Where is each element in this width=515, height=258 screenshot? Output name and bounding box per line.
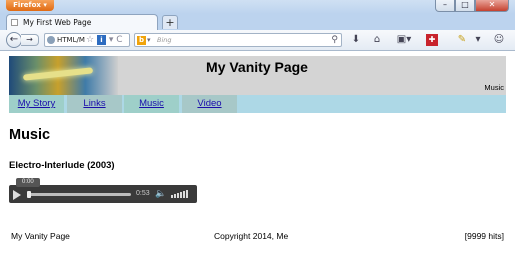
- player-position-tooltip: 0:00: [16, 178, 40, 187]
- footer-hit-counter: [9999 hits]: [464, 231, 504, 241]
- footer-copyright: Copyright 2014, Me: [214, 231, 289, 241]
- player-seek-handle[interactable]: [27, 191, 31, 198]
- back-button[interactable]: ←: [6, 32, 22, 48]
- nav-link-my-story[interactable]: My Story: [9, 95, 64, 113]
- back-forward-group: ← →: [6, 32, 42, 48]
- forward-arrow-icon: →: [26, 35, 33, 44]
- site-nav: My Story Links Music Video: [9, 95, 506, 113]
- window-titlebar: Firefox ▾ – □ ✕: [0, 0, 515, 14]
- banner-title: My Vanity Page: [206, 59, 308, 75]
- web-page: My Vanity Page Music My Story Links Musi…: [0, 51, 515, 258]
- url-bar-icons: ☆ i ▾ C: [86, 33, 123, 47]
- page-favicon-icon: [11, 19, 18, 26]
- url-text: HTML/M: [57, 36, 85, 44]
- navigation-toolbar: ← → HTML/M ☆ i ▾ C b ▾ Bing ⚲ ⬇ ⌂ ▣▾ ✚ ✎…: [0, 30, 515, 51]
- banner-image: [9, 56, 118, 95]
- minimize-button[interactable]: –: [435, 0, 455, 12]
- nav-link-links[interactable]: Links: [67, 95, 122, 113]
- firefox-menu-button[interactable]: Firefox ▾: [6, 0, 54, 11]
- player-duration: 0:53: [136, 190, 150, 197]
- firefox-menu-label: Firefox: [13, 1, 41, 9]
- play-icon[interactable]: [13, 190, 21, 200]
- addon-icon[interactable]: ✚: [426, 34, 438, 46]
- menu-dropdown-icon[interactable]: ▾: [473, 33, 483, 47]
- globe-icon: [47, 36, 55, 44]
- search-icon[interactable]: ⚲: [331, 34, 338, 46]
- footer-left: My Vanity Page: [11, 231, 70, 241]
- player-seek-bar[interactable]: [27, 193, 131, 196]
- song-title: Electro-Interlude (2003): [9, 160, 115, 171]
- back-arrow-icon: ←: [9, 34, 19, 45]
- bing-logo-icon[interactable]: b: [137, 36, 146, 45]
- search-bar[interactable]: b ▾ Bing ⚲: [134, 33, 342, 47]
- page-banner: My Vanity Page Music: [9, 56, 506, 95]
- search-placeholder: Bing: [157, 36, 172, 44]
- download-icon[interactable]: ⬇: [350, 33, 362, 47]
- browser-tab[interactable]: My First Web Page: [6, 14, 158, 30]
- search-engine-dropdown-icon[interactable]: ▾: [147, 34, 151, 46]
- home-icon[interactable]: ⌂: [371, 33, 383, 47]
- tab-title: My First Web Page: [23, 18, 92, 27]
- volume-slider[interactable]: [171, 190, 188, 198]
- url-dropdown-icon[interactable]: ▾: [109, 35, 114, 45]
- volume-icon[interactable]: 🔈: [155, 185, 166, 203]
- bookmark-star-icon[interactable]: ☆: [86, 35, 94, 45]
- tab-strip: My First Web Page +: [0, 14, 515, 43]
- new-tab-button[interactable]: +: [162, 15, 178, 29]
- forward-button[interactable]: →: [21, 34, 39, 46]
- window-controls: – □ ✕: [435, 0, 509, 12]
- bookmarks-menu-icon[interactable]: ▣▾: [393, 33, 415, 47]
- banner-subtitle: Music: [484, 83, 504, 92]
- close-button[interactable]: ✕: [475, 0, 509, 12]
- page-heading: Music: [9, 127, 51, 143]
- tools-icon[interactable]: ✎: [456, 33, 468, 47]
- reload-icon[interactable]: C: [116, 35, 122, 45]
- maximize-button[interactable]: □: [455, 0, 475, 12]
- info-icon[interactable]: i: [96, 35, 106, 45]
- nav-link-video[interactable]: Video: [182, 95, 237, 113]
- nav-link-music[interactable]: Music: [124, 95, 179, 113]
- audio-player: 0:00 0:53 🔈: [9, 178, 197, 203]
- account-icon[interactable]: ☺: [493, 33, 505, 47]
